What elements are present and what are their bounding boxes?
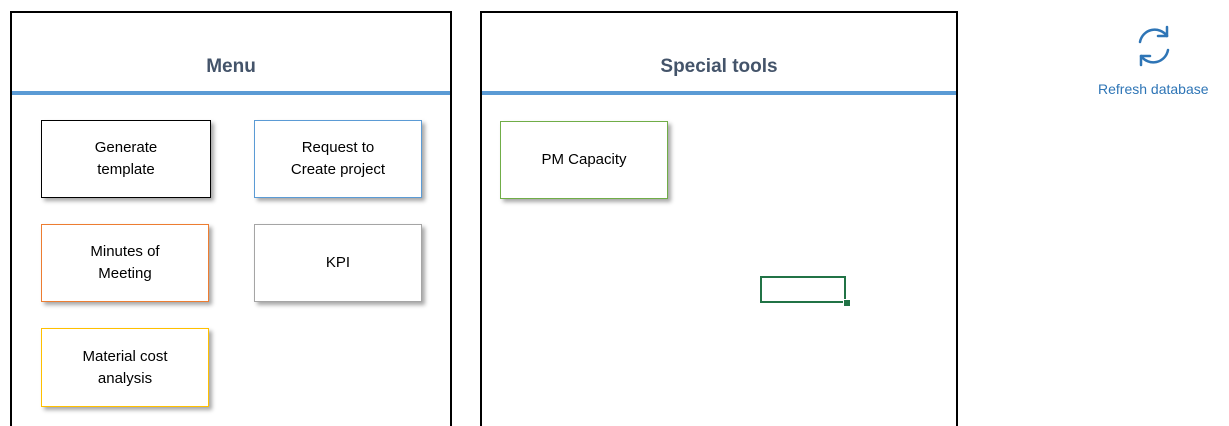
spreadsheet-canvas: Menu Generate template Request to Create… xyxy=(0,0,1229,426)
pm-capacity-button[interactable]: PM Capacity xyxy=(500,121,668,199)
material-cost-analysis-button[interactable]: Material cost analysis xyxy=(41,328,209,407)
refresh-icon xyxy=(1138,25,1170,67)
special-tools-panel-divider xyxy=(482,91,956,95)
kpi-button[interactable]: KPI xyxy=(254,224,422,302)
active-cell-selection[interactable] xyxy=(760,276,846,303)
menu-panel: Menu Generate template Request to Create… xyxy=(10,11,452,426)
special-tools-panel-title: Special tools xyxy=(660,56,778,77)
menu-panel-title: Menu xyxy=(206,56,256,77)
generate-template-button[interactable]: Generate template xyxy=(41,120,211,198)
refresh-database-button[interactable]: Refresh database xyxy=(1098,22,1229,102)
request-create-project-button[interactable]: Request to Create project xyxy=(254,120,422,198)
special-tools-panel: Special tools PM Capacity xyxy=(480,11,958,426)
refresh-database-label: Refresh database xyxy=(1098,81,1209,97)
menu-panel-divider xyxy=(12,91,450,95)
fill-handle[interactable] xyxy=(843,299,851,307)
minutes-of-meeting-button[interactable]: Minutes of Meeting xyxy=(41,224,209,302)
